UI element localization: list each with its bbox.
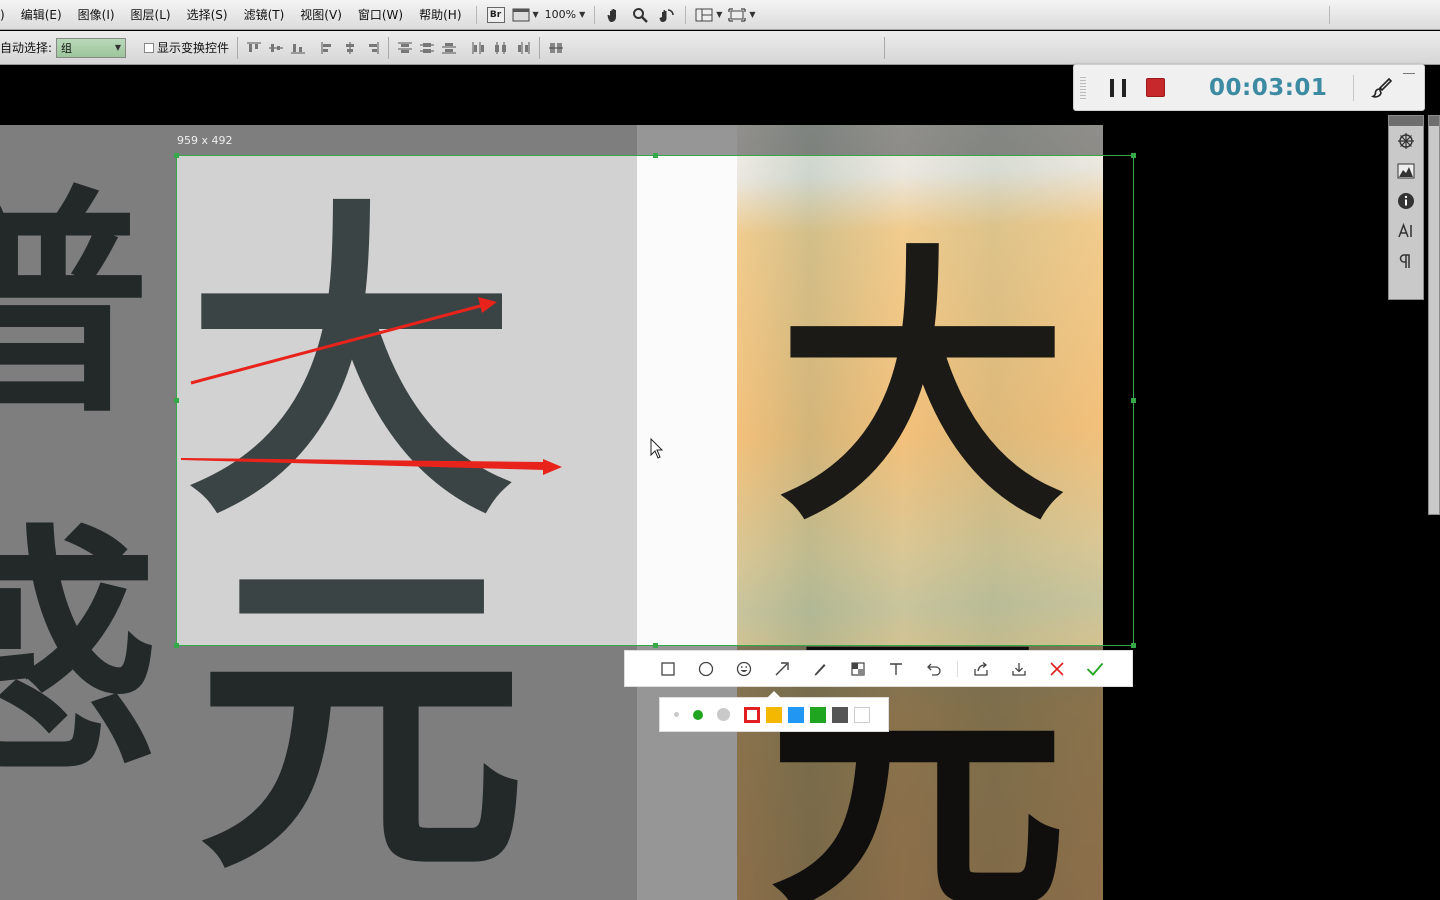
rectangle-icon <box>661 661 675 676</box>
pause-icon <box>1110 78 1114 97</box>
color-swatch-red[interactable] <box>744 706 760 723</box>
compass-icon <box>1398 133 1414 149</box>
size-medium-dot[interactable] <box>693 709 703 720</box>
arrow-tool[interactable] <box>763 650 801 687</box>
separator <box>957 660 958 677</box>
undo-button[interactable] <box>915 650 953 687</box>
histogram-button[interactable] <box>1389 156 1423 186</box>
character-icon <box>1398 222 1412 238</box>
character-button[interactable] <box>1389 216 1423 246</box>
share-icon <box>974 661 988 676</box>
resize-handle-s[interactable] <box>653 643 658 648</box>
mosaic-icon <box>851 661 865 676</box>
histogram-icon <box>1397 163 1415 179</box>
selection-size-label: 959 x 492 <box>177 134 233 147</box>
emoji-tool[interactable] <box>725 650 763 687</box>
resize-handle-w[interactable] <box>174 398 179 403</box>
download-icon <box>1012 662 1026 676</box>
ellipse-tool[interactable] <box>687 650 725 687</box>
paragraph-button[interactable] <box>1389 246 1423 276</box>
mouse-cursor-icon <box>650 438 664 459</box>
right-dock-edge <box>1428 115 1440 515</box>
circle-icon <box>698 661 714 676</box>
stop-button[interactable] <box>1146 78 1165 97</box>
separator <box>1353 74 1355 101</box>
color-swatch-green[interactable] <box>810 706 826 723</box>
paragraph-icon <box>1399 254 1410 268</box>
resize-handle-nw[interactable] <box>174 153 179 158</box>
screen: { "menubar": { "items": ["编辑(E)", "图像(I)… <box>0 0 1440 900</box>
annotation-style-toolbar <box>659 691 889 732</box>
panel-collapse-bar[interactable] <box>1389 116 1423 126</box>
size-small-dot[interactable] <box>674 712 679 717</box>
color-swatch-blue[interactable] <box>788 706 804 723</box>
resize-handle-ne[interactable] <box>1131 153 1136 158</box>
info-icon <box>1398 193 1414 209</box>
color-swatch-yellow[interactable] <box>766 706 782 723</box>
pen-tool[interactable] <box>801 650 839 687</box>
drag-handle[interactable] <box>1080 76 1086 99</box>
mosaic-tool[interactable] <box>839 650 877 687</box>
navigator-button[interactable] <box>1389 126 1423 156</box>
resize-handle-se[interactable] <box>1131 643 1136 648</box>
confirm-button[interactable] <box>1076 650 1114 687</box>
share-button[interactable] <box>962 650 1000 687</box>
rectangle-tool[interactable] <box>649 650 687 687</box>
arrow-icon <box>775 661 789 675</box>
close-icon <box>1050 661 1064 676</box>
recording-timer: 00:03:01 <box>1209 74 1328 101</box>
right-dock-panel <box>1388 115 1424 300</box>
capture-selection[interactable] <box>174 153 1136 648</box>
check-icon <box>1086 662 1104 676</box>
minimize-button[interactable] <box>1403 73 1415 74</box>
color-swatch-dark-gray[interactable] <box>832 706 848 723</box>
brush-icon <box>1371 77 1393 98</box>
emoji-icon <box>736 661 752 676</box>
undo-icon <box>927 663 941 676</box>
pause-button[interactable] <box>1110 78 1126 97</box>
pen-icon <box>814 663 826 675</box>
annotation-toolbar <box>624 650 1133 687</box>
screen-recorder-widget: 00:03:01 <box>1073 64 1425 111</box>
size-large-dot[interactable] <box>717 708 730 721</box>
resize-handle-sw[interactable] <box>174 643 179 648</box>
edge-collapse-bar[interactable] <box>1429 116 1439 126</box>
text-icon <box>890 662 902 675</box>
info-button[interactable] <box>1389 186 1423 216</box>
text-tool[interactable] <box>877 650 915 687</box>
download-button[interactable] <box>1000 650 1038 687</box>
resize-handle-n[interactable] <box>653 153 658 158</box>
resize-handle-e[interactable] <box>1131 398 1136 403</box>
draw-button[interactable] <box>1370 76 1394 100</box>
color-swatch-white[interactable] <box>854 706 870 723</box>
cancel-button[interactable] <box>1038 650 1076 687</box>
